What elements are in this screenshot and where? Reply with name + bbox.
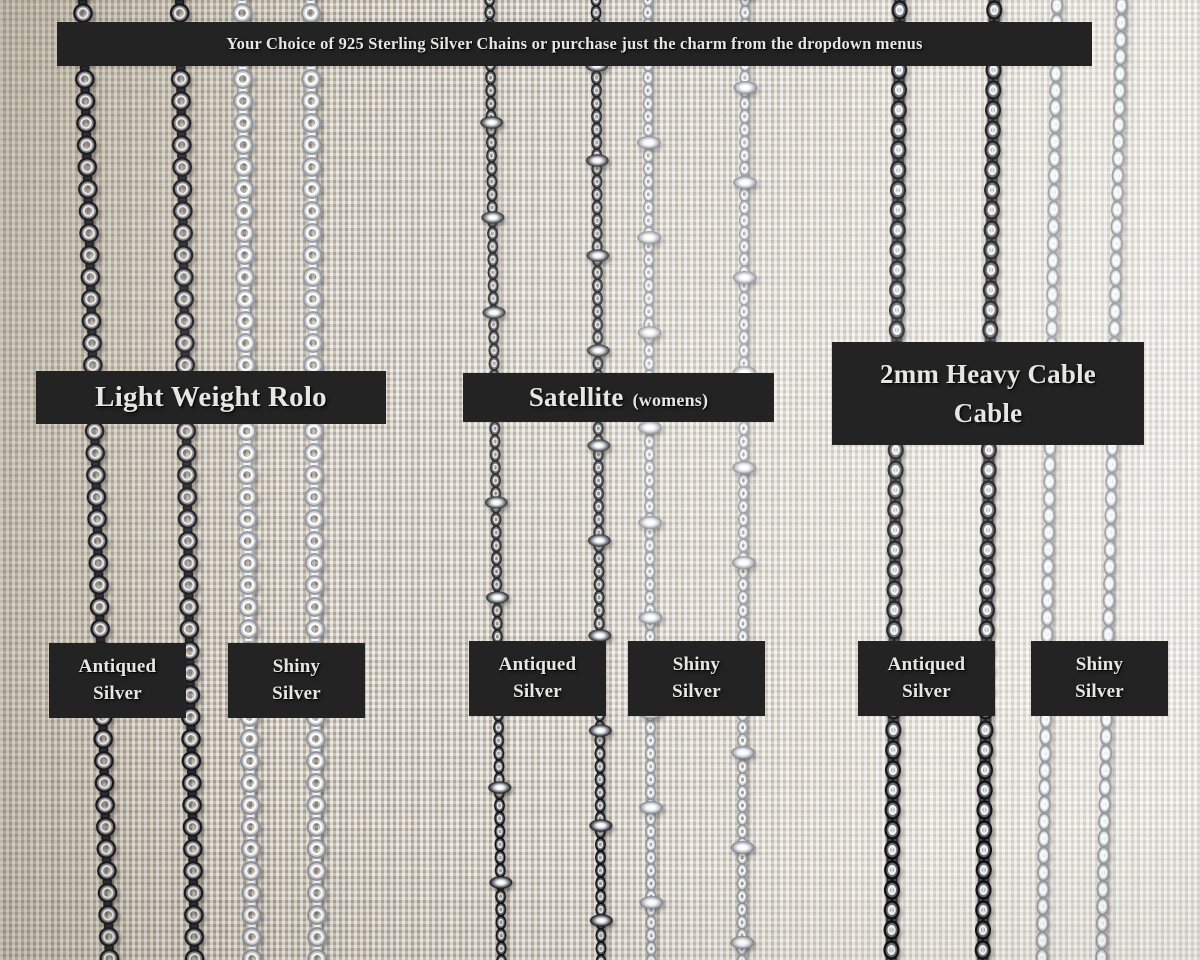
finish-label-satellite-antiqued: Antiqued Silver: [469, 641, 606, 716]
finish-label-line1: Shiny: [672, 653, 721, 675]
finish-label-line1: Antiqued: [498, 653, 577, 675]
category-label-row: Satellite (womens): [529, 382, 708, 413]
finish-label-line2: Silver: [902, 680, 951, 702]
product-image: Your Choice of 925 Sterling Silver Chain…: [0, 0, 1200, 960]
finish-label-rolo-antiqued: Antiqued Silver: [49, 643, 186, 718]
category-label-text2: Cable: [953, 397, 1023, 428]
category-label-sublabel: (womens): [632, 390, 709, 410]
finish-label-line2: Silver: [513, 680, 562, 702]
header-banner-text: Your Choice of 925 Sterling Silver Chain…: [226, 34, 923, 53]
finish-label-line2: Silver: [672, 680, 721, 702]
header-banner: Your Choice of 925 Sterling Silver Chain…: [57, 22, 1092, 66]
finish-label-satellite-shiny: Shiny Silver: [628, 641, 765, 716]
finish-label-line1: Antiqued: [887, 653, 966, 675]
background-vignette: [0, 0, 1200, 960]
category-label-satellite: Satellite (womens): [463, 373, 774, 422]
category-label-text: Satellite: [528, 382, 624, 412]
category-label-heavy-cable: 2mm Heavy Cable Cable: [832, 342, 1144, 445]
finish-label-line2: Silver: [93, 682, 142, 704]
finish-label-rolo-shiny: Shiny Silver: [228, 643, 365, 718]
finish-label-line2: Silver: [1075, 680, 1124, 702]
finish-label-line2: Silver: [272, 682, 321, 704]
finish-label-line1: Shiny: [272, 655, 321, 677]
finish-label-heavy-shiny: Shiny Silver: [1031, 641, 1168, 716]
category-label-light-weight-rolo: Light Weight Rolo: [36, 371, 386, 424]
finish-label-heavy-antiqued: Antiqued Silver: [858, 641, 995, 716]
category-label-text: 2mm Heavy Cable: [880, 359, 1096, 390]
finish-label-line1: Antiqued: [78, 655, 157, 677]
finish-label-line1: Shiny: [1075, 653, 1124, 675]
category-label-text: Light Weight Rolo: [95, 381, 327, 413]
